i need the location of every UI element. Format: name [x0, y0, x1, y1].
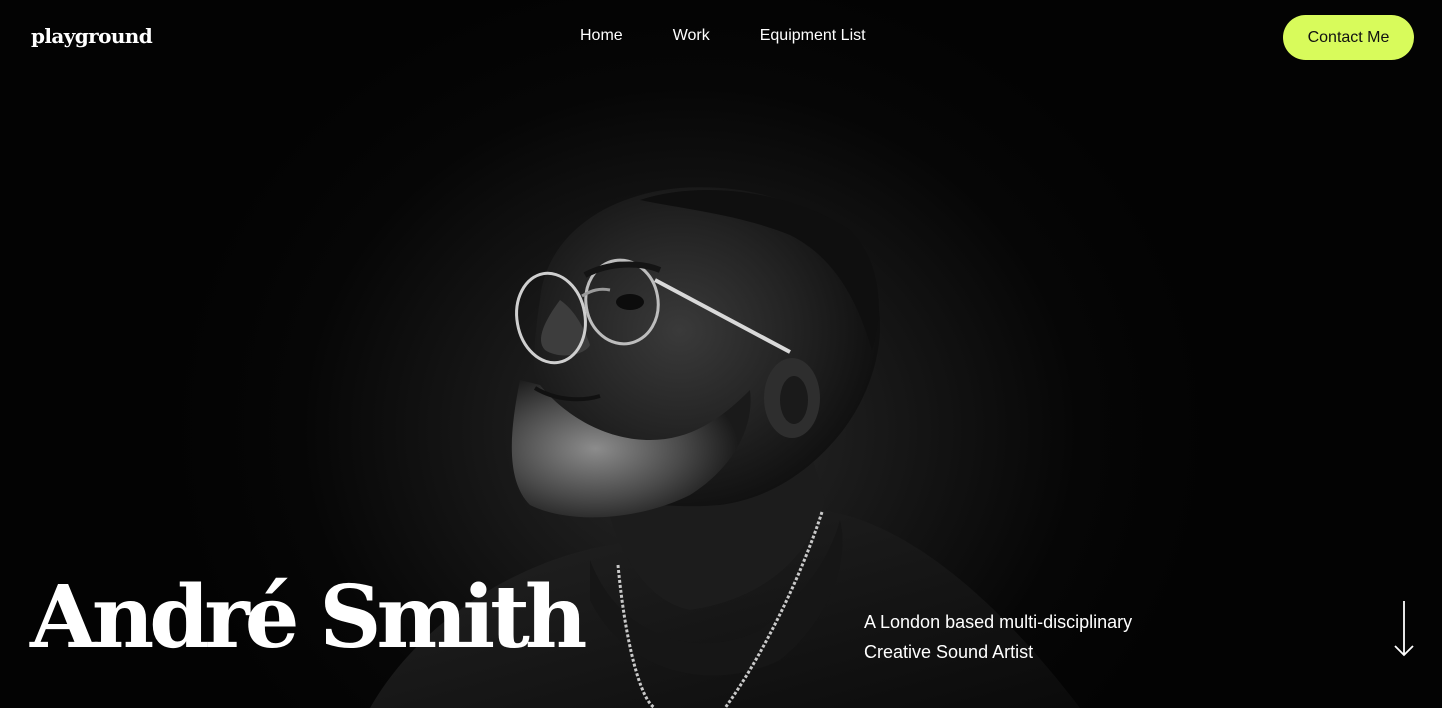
nav-work[interactable]: Work — [673, 26, 710, 46]
main-nav: Home Work Equipment List — [580, 26, 866, 46]
arrow-down-icon[interactable] — [1393, 600, 1415, 658]
nav-equipment-list[interactable]: Equipment List — [760, 26, 866, 46]
contact-me-button[interactable]: Contact Me — [1283, 15, 1414, 60]
hero-name: André Smith — [30, 567, 587, 668]
hero-tagline: A London based multi-disciplinary Creati… — [864, 607, 1132, 667]
tagline-line-1: A London based multi-disciplinary — [864, 612, 1133, 632]
logo[interactable]: playground — [31, 24, 153, 48]
tagline-line-2: Creative Sound Artist — [864, 642, 1034, 662]
hero-page: playground Home Work Equipment List Cont… — [0, 0, 1442, 708]
nav-home[interactable]: Home — [580, 26, 623, 46]
